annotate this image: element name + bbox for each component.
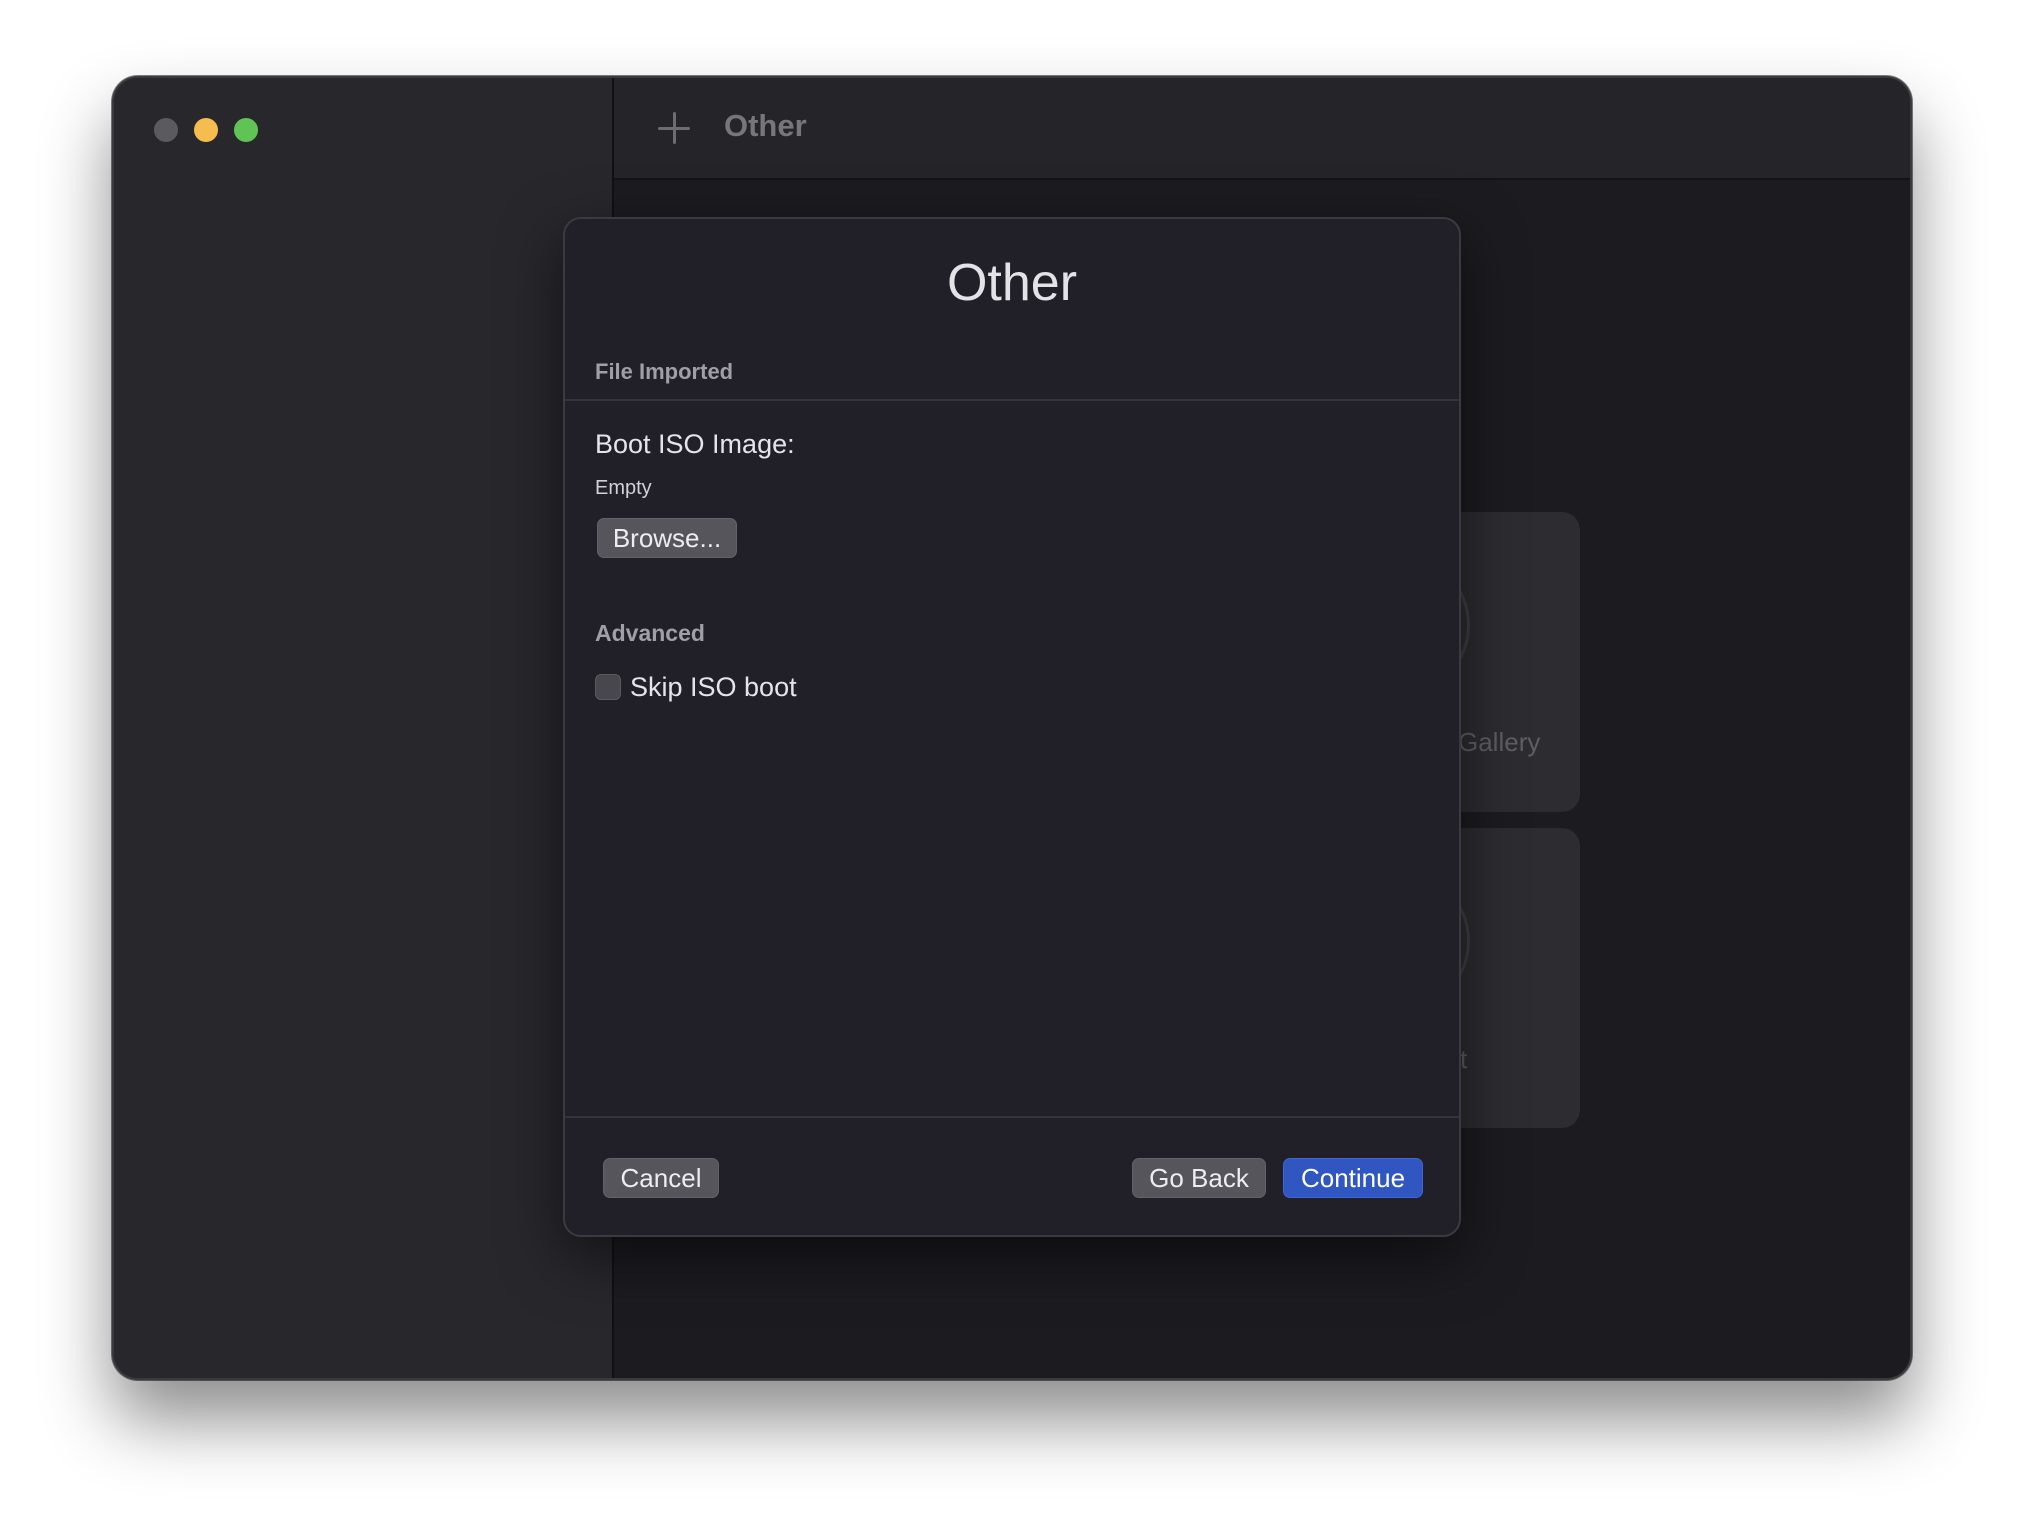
- skip-iso-boot-label[interactable]: Skip ISO boot: [630, 672, 797, 703]
- second-card-label: t: [1460, 1044, 1468, 1074]
- footer-divider: [565, 1116, 1459, 1118]
- browse-button[interactable]: Browse...: [597, 518, 737, 558]
- go-back-button[interactable]: Go Back: [1132, 1158, 1266, 1198]
- plus-icon[interactable]: [658, 112, 690, 144]
- window-close-button[interactable]: [154, 118, 178, 142]
- window-minimize-button[interactable]: [194, 118, 218, 142]
- sidebar: [114, 78, 614, 1378]
- section-header-file-imported: File Imported: [595, 359, 734, 384]
- advanced-header: Advanced: [595, 620, 705, 646]
- window-zoom-button[interactable]: [234, 118, 258, 142]
- dialog-title: Other: [946, 254, 1078, 312]
- boot-iso-value: Empty: [595, 477, 652, 499]
- header-divider: [565, 399, 1459, 401]
- boot-iso-label: Boot ISO Image:: [595, 429, 795, 459]
- cancel-button[interactable]: Cancel: [603, 1158, 719, 1198]
- toolbar-title: Other: [724, 108, 807, 143]
- continue-button[interactable]: Continue: [1283, 1158, 1423, 1198]
- skip-iso-boot-checkbox[interactable]: [595, 674, 621, 700]
- skip-iso-boot-row[interactable]: Skip ISO boot: [595, 671, 797, 703]
- wizard-dialog: Other File Imported Boot ISO Image: Empt…: [563, 217, 1461, 1237]
- gallery-card-label: Gallery: [1458, 727, 1541, 757]
- toolbar: Other: [614, 78, 1910, 180]
